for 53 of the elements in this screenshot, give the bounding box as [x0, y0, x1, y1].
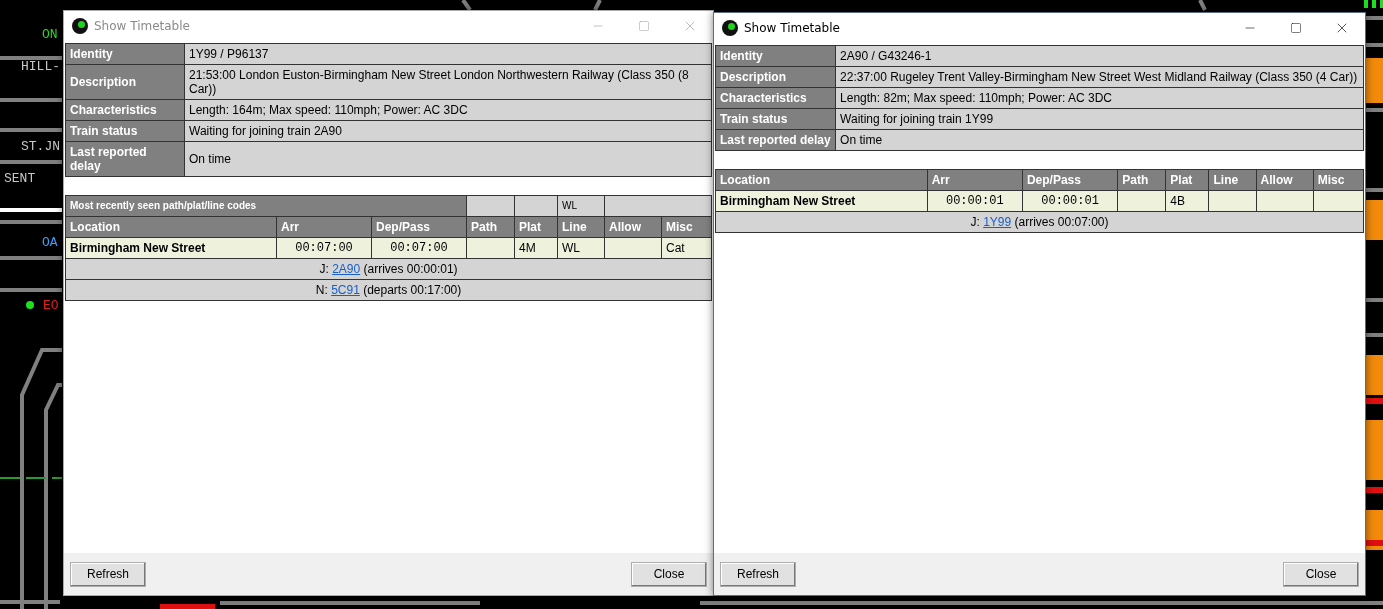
- field-value: Length: 164m; Max speed: 110mph; Power: AC 3DC: [184, 99, 712, 121]
- train-link[interactable]: 1Y99: [983, 215, 1012, 229]
- track-label: SENT: [4, 172, 36, 185]
- field-label: Last reported delay: [715, 129, 836, 151]
- connection-note: J: 1Y99 (arrives 00:07:00): [715, 211, 1364, 233]
- window-title: Show Timetable: [94, 19, 191, 33]
- refresh-button[interactable]: Refresh: [720, 561, 796, 587]
- close-button[interactable]: Close: [1283, 561, 1359, 587]
- field-value: Length: 82m; Max speed: 110mph; Power: AC 3DC: [835, 87, 1364, 109]
- track-label: EO: [43, 299, 59, 312]
- track-label: ST.JN: [21, 140, 60, 153]
- field-label: Characteristics: [65, 99, 185, 121]
- column-header: Path: [1117, 169, 1166, 191]
- field-value: Waiting for joining train 2A90: [184, 120, 712, 142]
- train-link[interactable]: 5C91: [331, 283, 360, 297]
- field-value: 2A90 / G43246-1: [835, 45, 1364, 67]
- column-header: Arr: [927, 169, 1023, 191]
- window-title: Show Timetable: [744, 21, 841, 35]
- refresh-button[interactable]: Refresh: [70, 561, 146, 587]
- table-cell: Birmingham New Street: [715, 190, 928, 212]
- field-label: Train status: [65, 120, 185, 142]
- field-label: Characteristics: [715, 87, 836, 109]
- field-label: Identity: [65, 43, 185, 65]
- signal-icon: [72, 18, 88, 34]
- field-value: Waiting for joining train 1Y99: [835, 108, 1364, 130]
- path-codes-heading: Most recently seen path/plat/line codes: [65, 195, 467, 217]
- column-header: Allow: [1256, 169, 1314, 191]
- line-code: WL: [557, 195, 605, 217]
- connection-note: N: 5C91 (departs 00:17:00): [65, 279, 712, 301]
- table-cell: Birmingham New Street: [65, 237, 277, 259]
- field-value: 1Y99 / P96137: [184, 43, 712, 65]
- field-value: 22:37:00 Rugeley Trent Valley-Birmingham New Street West Midland Railway (Class 350 (4 Car)): [835, 66, 1364, 88]
- field-label: Train status: [715, 108, 836, 130]
- close-button[interactable]: Close: [631, 561, 707, 587]
- signal-icon: [722, 20, 738, 36]
- track-label: ON: [42, 28, 58, 41]
- column-header: Plat: [1165, 169, 1209, 191]
- column-header: Location: [715, 169, 928, 191]
- field-value: On time: [835, 129, 1364, 151]
- column-header: Line: [1208, 169, 1257, 191]
- connection-note: J: 2A90 (arrives 00:00:01): [65, 258, 712, 280]
- field-label: Identity: [715, 45, 836, 67]
- column-header: Location: [65, 216, 277, 238]
- field-label: Last reported delay: [65, 141, 185, 177]
- train-link[interactable]: 2A90: [332, 262, 361, 276]
- field-label: Description: [715, 66, 836, 88]
- field-value: 21:53:00 London Euston-Birmingham New Street London Northwestern Railway (Class 350 (8 Car)): [184, 64, 712, 100]
- column-header: Dep/Pass: [1022, 169, 1118, 191]
- field-value: On time: [184, 141, 712, 177]
- field-label: Description: [65, 64, 185, 100]
- track-label: HILL-: [21, 60, 60, 73]
- column-header: Misc: [1313, 169, 1364, 191]
- track-label: OA: [42, 236, 58, 249]
